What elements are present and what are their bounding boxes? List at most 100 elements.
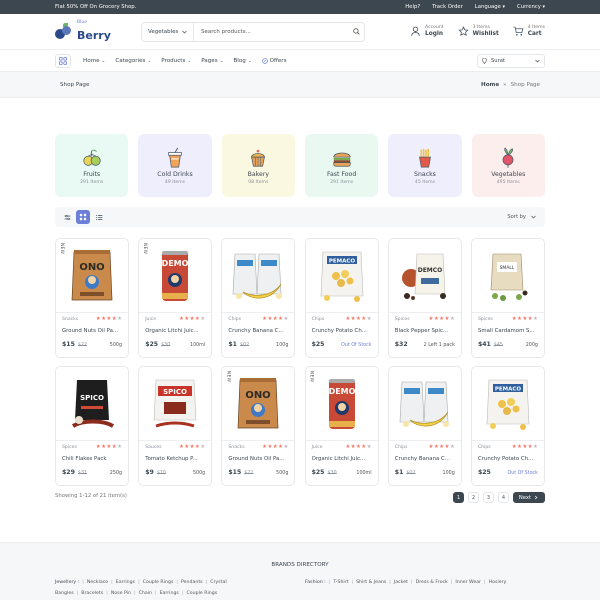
brand-link[interactable]: Hosiery [489, 580, 507, 585]
nav-home[interactable]: Home [83, 58, 105, 64]
nav-blog[interactable]: Blog [233, 58, 251, 64]
nav-products[interactable]: Products [161, 58, 191, 64]
track-order-link[interactable]: Track Order [432, 4, 463, 10]
product-card[interactable]: NEW DEMO Juice ★ ★ ★ ★ ★ Organic Litchi Juic... $… [304, 366, 379, 486]
product-name[interactable]: Crunchy Potato Ch... [312, 328, 372, 334]
product-image[interactable]: PEMACO [471, 367, 544, 441]
brand-link[interactable]: Bangles [55, 591, 74, 596]
product-card[interactable]: PEMACO Chips ★ ★ ★ ★ ★ Crunchy Potato Ch... $25 O… [304, 238, 379, 358]
page-button[interactable]: 1 [452, 492, 464, 503]
account-link[interactable]: Account Login [410, 25, 444, 37]
product-name[interactable]: Crunchy Potato Ch... [478, 456, 538, 462]
product-price: $25 $30 [145, 341, 170, 348]
category-card[interactable]: Snacks 45 Items [388, 134, 462, 197]
brand-link[interactable]: Inner Wear [455, 580, 481, 585]
brand-link[interactable]: Crystal [210, 580, 226, 585]
brand-link[interactable]: Pendants [181, 580, 203, 585]
currency-dropdown[interactable]: Currency [517, 4, 545, 10]
location-select[interactable]: Surat [477, 53, 545, 68]
price-value: $9 [145, 468, 154, 476]
next-page-button[interactable]: Next [512, 492, 545, 503]
product-rating: ★ ★ ★ ★ ★ [345, 444, 371, 451]
brand-link[interactable]: Necklace [87, 580, 108, 585]
category-card[interactable]: Fruits 291 Items [55, 134, 129, 197]
brand-link[interactable]: Couple Rings [186, 591, 217, 596]
product-card[interactable]: DEMCO Spices ★ ★ ★ ★ ★ Black Pepper Spic... $32 2… [387, 238, 462, 358]
page-button[interactable]: 2 [467, 492, 479, 503]
product-image[interactable] [388, 367, 461, 441]
product-card[interactable]: Chips ★ ★ ★ ★ ★ Crunchy Banana C... $1 $02 100g [221, 238, 296, 358]
product-image[interactable] [222, 239, 295, 313]
product-name[interactable]: Crunchy Banana C... [395, 456, 455, 462]
brand-link[interactable]: Nose Pin [111, 591, 131, 596]
search-button[interactable] [348, 28, 364, 35]
brand-link[interactable]: Chain [139, 591, 152, 596]
product-image[interactable]: DEMCO [388, 239, 461, 313]
filter-button[interactable] [60, 210, 74, 224]
category-card[interactable]: Cold Drinks 49 Items [138, 134, 212, 197]
product-image[interactable]: NEW DEMO [139, 239, 212, 313]
brand-link[interactable]: Shirt & Jeans [356, 580, 386, 585]
product-name[interactable]: Chili Flakes Pack [62, 456, 122, 462]
sort-by-select[interactable]: Sort by [507, 214, 540, 220]
brand-link[interactable]: Jacket [394, 580, 408, 585]
product-name[interactable]: Ground Nuts Oil Pa... [228, 456, 288, 462]
product-image[interactable]: PEMACO [305, 239, 378, 313]
category-menu-button[interactable] [55, 53, 71, 68]
product-card[interactable]: PEMACO Chips ★ ★ ★ ★ ★ Crunchy Potato Ch... $25 O… [470, 366, 545, 486]
product-image[interactable]: NEW ONO [222, 367, 295, 441]
category-card[interactable]: Vegetables 495 Items [471, 134, 545, 197]
cart-link[interactable]: 4 Items Cart [513, 25, 545, 37]
product-name[interactable]: Tomato Ketchup P... [145, 456, 205, 462]
language-dropdown[interactable]: Language [475, 4, 505, 10]
product-card[interactable]: NEW ONO Snacks ★ ★ ★ ★ ★ Ground Nuts Oil Pa... $1… [221, 366, 296, 486]
product-card[interactable]: NEW ONO Snacks ★ ★ ★ ★ ★ Ground Nuts Oil Pa... $1… [55, 238, 129, 358]
product-image[interactable]: SMALL [471, 239, 544, 313]
product-card[interactable]: SMALL Spices ★ ★ ★ ★ ★ Small Cardamom S... $41 $4… [470, 238, 545, 358]
brand-link[interactable]: Earrings [116, 580, 135, 585]
product-image[interactable]: SPICO [139, 367, 212, 441]
fries-icon [414, 147, 436, 169]
category-card[interactable]: Fast Food 291 Items [304, 134, 379, 197]
product-image[interactable]: SPICO [56, 367, 128, 441]
product-card[interactable]: NEW DEMO Juice ★ ★ ★ ★ ★ Organic Litchi Juic... $… [138, 238, 213, 358]
product-name[interactable]: Organic Litchi Juic... [145, 328, 205, 334]
star-icon: ★ [283, 316, 289, 322]
brand-link[interactable]: Couple Rings [143, 580, 174, 585]
star-icon: ★ [278, 316, 284, 322]
product-card[interactable]: SPICO Sauces ★ ★ ★ ★ ★ Tomato Ketchup P... $9 $10… [138, 366, 213, 486]
brand-link[interactable]: Bracelets [81, 591, 103, 596]
product-price: $25 [312, 341, 325, 348]
product-image[interactable]: NEW ONO [56, 239, 128, 313]
breadcrumb-home-link[interactable]: Home [481, 82, 499, 88]
product-card[interactable]: Chips ★ ★ ★ ★ ★ Crunchy Banana C... $1 $02 100g [387, 366, 462, 486]
product-name[interactable]: Black Pepper Spic... [395, 328, 455, 334]
burger-icon [331, 147, 353, 169]
product-grid: NEW ONO Snacks ★ ★ ★ ★ ★ Ground Nuts Oil Pa... $1… [55, 238, 545, 486]
nav-categories-label: Categories [115, 57, 146, 64]
breadcrumb: Shop Page Home » Shop Page [0, 72, 600, 98]
logo[interactable]: Blue Berry [55, 21, 141, 42]
grid-view-button[interactable] [76, 210, 90, 224]
list-view-button[interactable] [92, 210, 106, 224]
star-icon: ★ [111, 444, 117, 450]
product-name[interactable]: Small Cardamom S... [478, 328, 538, 334]
nav-categories[interactable]: Categories [115, 58, 151, 64]
nav-offers[interactable]: Offers [261, 58, 287, 64]
product-name[interactable]: Organic Litchi Juic... [312, 456, 372, 462]
product-image[interactable]: NEW DEMO [305, 367, 378, 441]
wishlist-link[interactable]: 3 Items Wishlist [457, 25, 499, 37]
brand-link[interactable]: Earrings [160, 591, 179, 596]
product-name[interactable]: Crunchy Banana C... [228, 328, 288, 334]
search-input[interactable] [194, 28, 348, 35]
nav-pages[interactable]: Pages [201, 58, 223, 64]
page-button[interactable]: 4 [497, 492, 509, 503]
help-link[interactable]: Help? [405, 4, 420, 10]
brand-link[interactable]: Dress & Frock [416, 580, 448, 585]
brand-link[interactable]: T-Shirt [333, 580, 348, 585]
search-category-select[interactable]: Vegetables [142, 22, 194, 41]
product-card[interactable]: SPICO Spices ★ ★ ★ ★ ★ Chili Flakes Pack $29 $31 2… [55, 366, 129, 486]
page-button[interactable]: 3 [482, 492, 494, 503]
product-name[interactable]: Ground Nuts Oil Pa... [62, 328, 122, 334]
category-card[interactable]: Bakery 08 Items [221, 134, 295, 197]
